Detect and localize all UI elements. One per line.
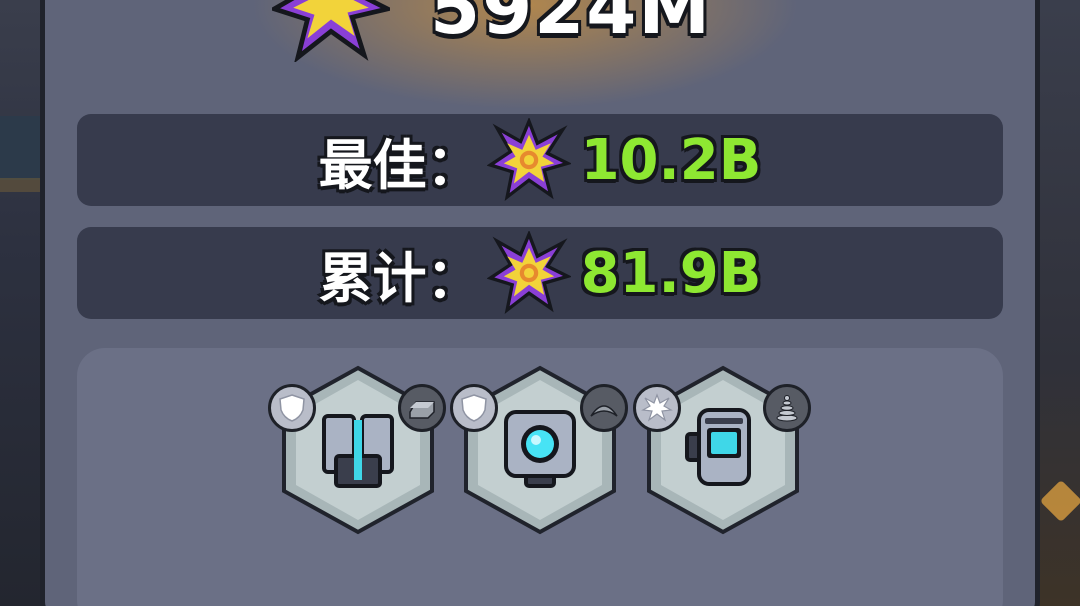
score-burst-icon <box>272 0 390 62</box>
ingot-icon <box>409 401 435 419</box>
background-gem-icon <box>1039 479 1080 523</box>
background-left-trim <box>0 178 40 192</box>
score-value: 5924M <box>430 0 713 50</box>
arc-icon <box>590 405 618 417</box>
total-label: 累计： <box>318 246 481 310</box>
total-row: 累计： 81.9B <box>77 227 1003 319</box>
equipment-slot-3[interactable] <box>633 364 811 536</box>
equipment-slot-1[interactable] <box>268 364 446 536</box>
total-burst-icon <box>486 231 571 315</box>
score-display: 5924M <box>272 0 713 62</box>
total-value: 81.9B <box>580 240 762 306</box>
background-left-edge <box>0 0 42 606</box>
spring-icon <box>776 395 798 422</box>
background-right-edge <box>1038 0 1080 606</box>
best-row: 最佳： 10.2B <box>77 114 1003 206</box>
right-badge <box>763 384 811 432</box>
equipment-slot-2[interactable] <box>450 364 628 536</box>
left-badge <box>633 384 681 432</box>
right-badge <box>398 384 446 432</box>
left-badge <box>450 384 498 432</box>
best-burst-icon <box>486 118 571 202</box>
shield-icon <box>461 394 487 422</box>
background-left-strip <box>0 116 40 180</box>
right-badge <box>580 384 628 432</box>
best-label: 最佳： <box>318 133 481 197</box>
best-value: 10.2B <box>580 127 762 193</box>
shield-icon <box>279 394 305 422</box>
burst-icon <box>641 393 673 422</box>
left-badge <box>268 384 316 432</box>
